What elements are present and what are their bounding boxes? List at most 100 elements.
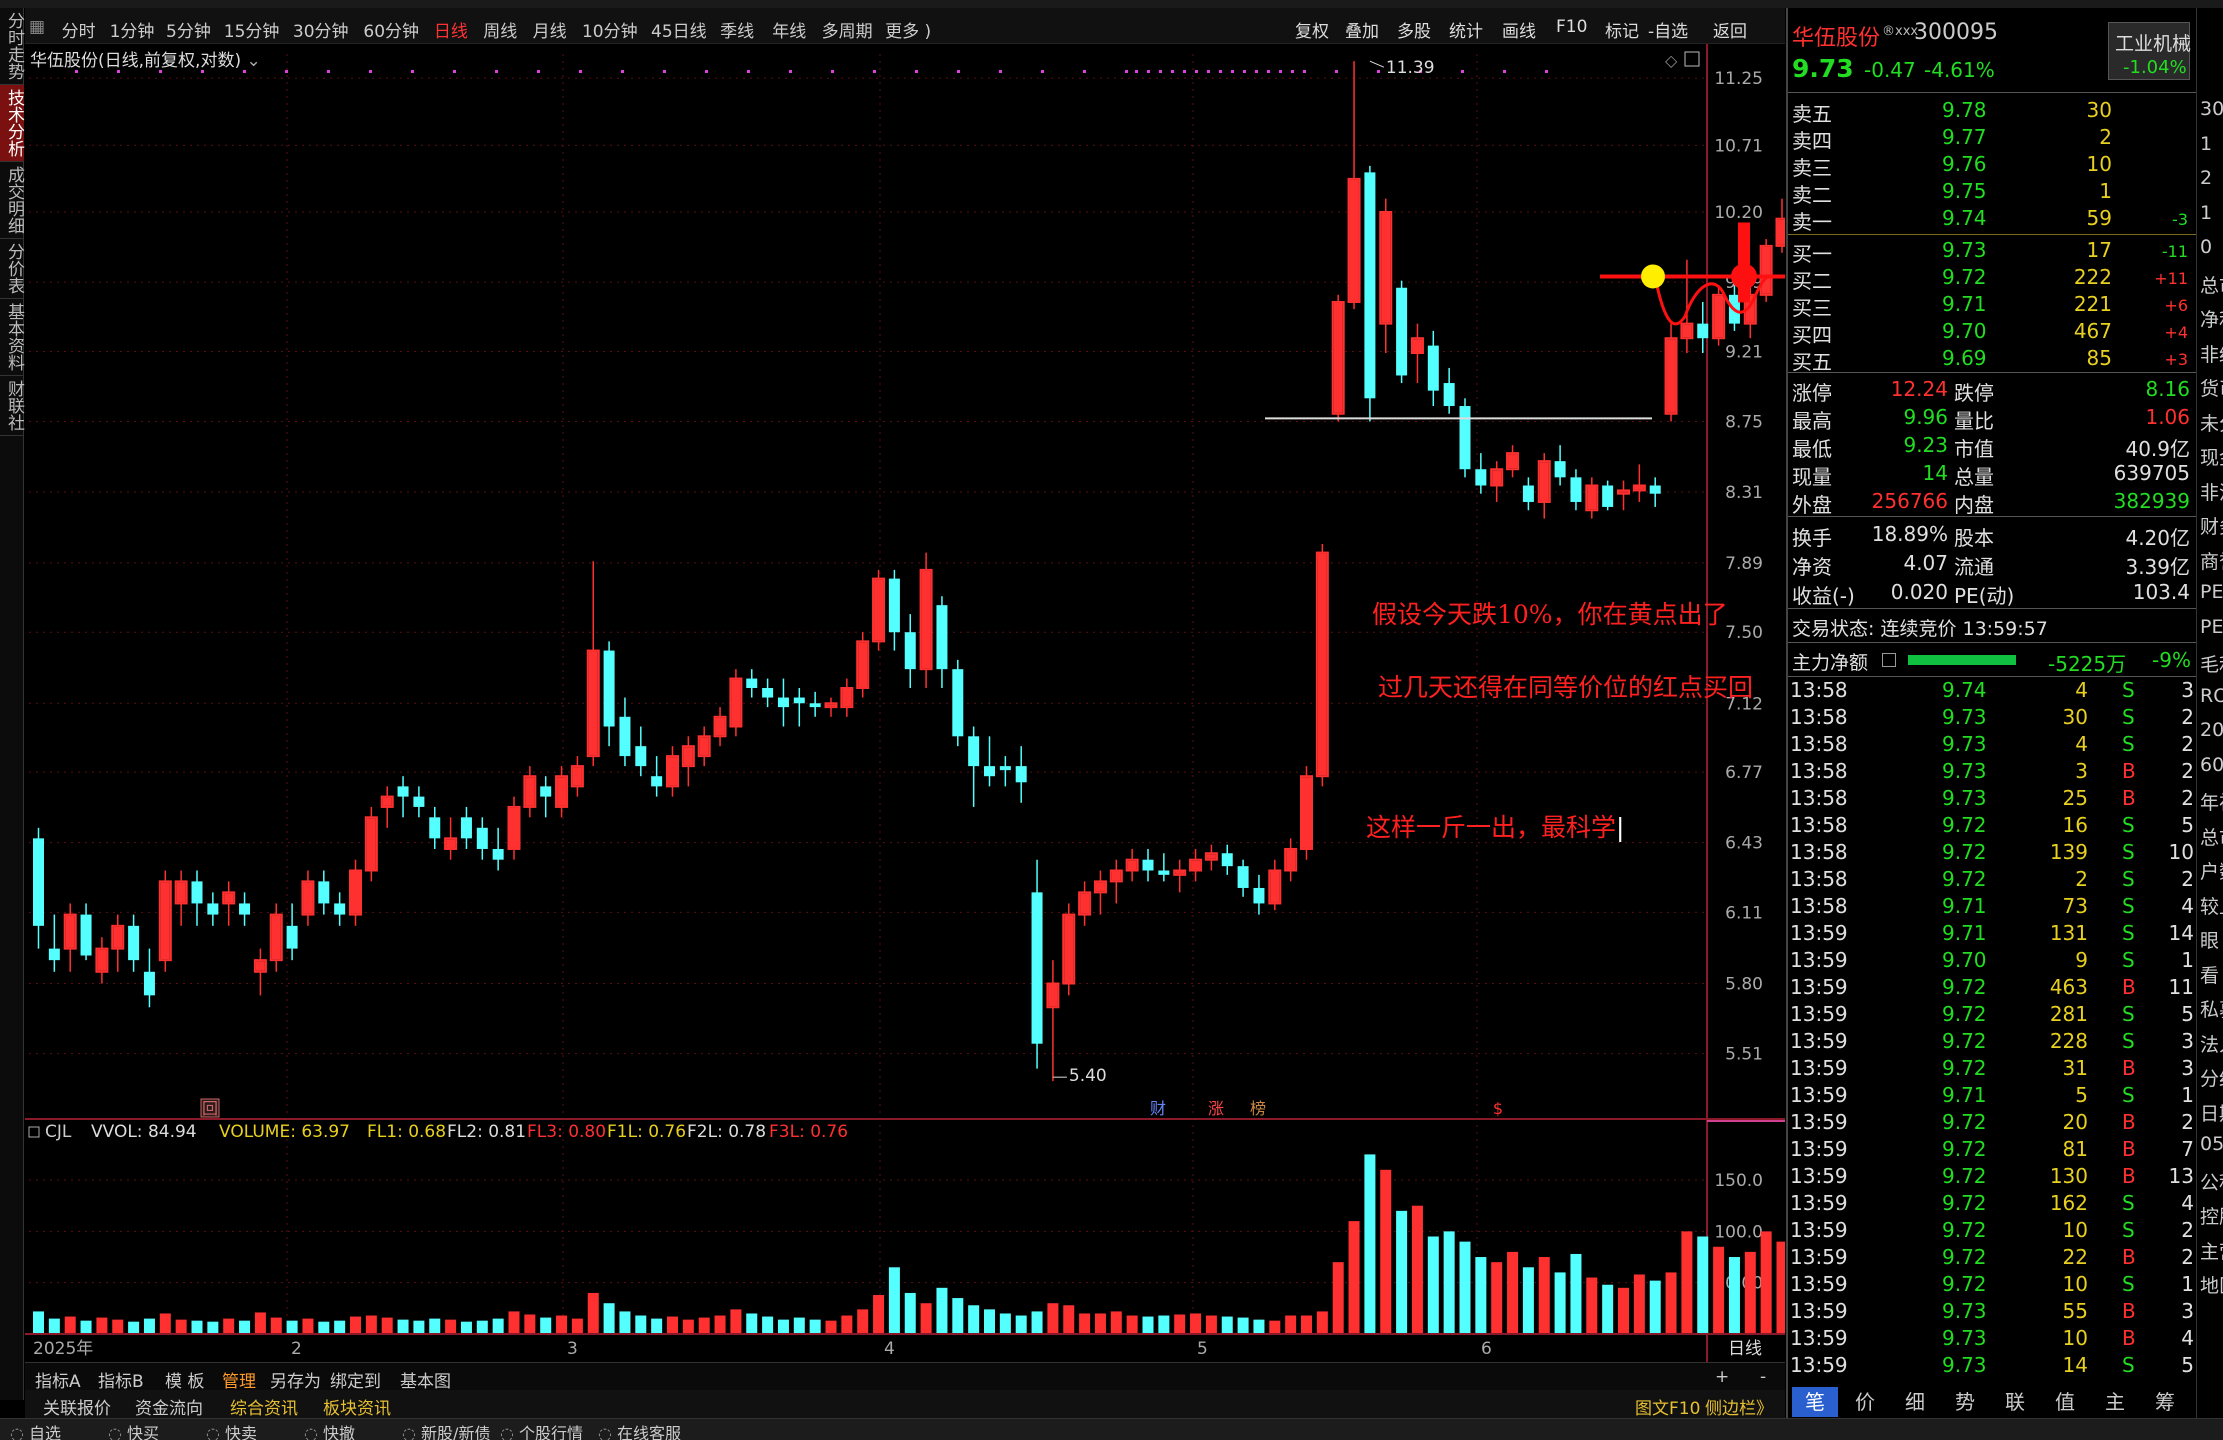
signal-dot bbox=[1195, 70, 1198, 73]
panel-tab-1[interactable]: 价 bbox=[1842, 1387, 1888, 1417]
tool-7[interactable]: -自选 bbox=[1648, 17, 1688, 42]
period-11[interactable]: 季线 bbox=[720, 17, 754, 42]
diamond-icon[interactable]: ◇ bbox=[1665, 51, 1678, 70]
indicator-tool-1[interactable]: 指标B bbox=[98, 1367, 144, 1392]
tool-2[interactable]: 多股 bbox=[1397, 17, 1431, 42]
tick-side: S bbox=[2122, 1218, 2135, 1242]
order-book-row[interactable]: 卖二 9.75 1 bbox=[1788, 179, 2198, 207]
panel-tab-2[interactable]: 细 bbox=[1892, 1387, 1938, 1417]
period-5[interactable]: 60分钟 bbox=[363, 17, 419, 42]
tool-4[interactable]: 画线 bbox=[1502, 17, 1536, 42]
info-tool-5[interactable]: 侧边栏》 bbox=[1705, 1394, 1773, 1419]
period-10[interactable]: 45日线 bbox=[651, 17, 707, 42]
side-tab-3[interactable]: 分价表 bbox=[0, 239, 24, 299]
indicator-tool-8[interactable]: - bbox=[1760, 1367, 1766, 1387]
order-book-row[interactable]: 买三 9.71 221 +6 bbox=[1788, 292, 2198, 320]
candle bbox=[1379, 198, 1393, 354]
panel-tab-7[interactable]: 筹 bbox=[2142, 1387, 2188, 1417]
panel-tab-6[interactable]: 主 bbox=[2092, 1387, 2138, 1417]
period-8[interactable]: 月线 bbox=[533, 17, 567, 42]
period-2[interactable]: 5分钟 bbox=[166, 17, 211, 42]
period-13[interactable]: 多周期 bbox=[822, 17, 873, 42]
volume-bar bbox=[492, 1318, 504, 1334]
period-1[interactable]: 1分钟 bbox=[110, 17, 155, 42]
side-tab-0[interactable]: 分时走势 bbox=[0, 8, 24, 85]
indicator-close-icon[interactable] bbox=[28, 1126, 40, 1138]
taskbar-item-4[interactable]: ◌ 新股/新债 bbox=[402, 1420, 490, 1440]
order-book-row[interactable]: 卖五 9.78 30 bbox=[1788, 98, 2198, 126]
period-3[interactable]: 15分钟 bbox=[224, 17, 280, 42]
period-0[interactable]: 分时 bbox=[62, 17, 96, 42]
indicator-tool-2[interactable]: 模 板 bbox=[165, 1367, 204, 1392]
tool-1[interactable]: 叠加 bbox=[1345, 17, 1379, 42]
info-tool-2[interactable]: 综合资讯 bbox=[230, 1394, 298, 1419]
indicator-tool-3[interactable]: 管理 bbox=[222, 1367, 256, 1392]
info-tool-3[interactable]: 板块资讯 bbox=[323, 1394, 391, 1419]
indicator-tool-0[interactable]: 指标A bbox=[35, 1367, 81, 1392]
period-6[interactable]: 日线 bbox=[434, 17, 468, 42]
panel-tab-5[interactable]: 值 bbox=[2042, 1387, 2088, 1417]
ipo-icon: ◌ bbox=[402, 1424, 422, 1440]
period-14[interactable]: 更多 ) bbox=[885, 17, 931, 42]
tool-5[interactable]: F10 bbox=[1556, 17, 1587, 37]
window-toggle-icon[interactable] bbox=[1684, 51, 1700, 67]
tool-0[interactable]: 复权 bbox=[1295, 17, 1329, 42]
candle bbox=[999, 756, 1011, 787]
event-marker[interactable]: 财 bbox=[1150, 1099, 1166, 1118]
tool-6[interactable]: 标记 bbox=[1605, 17, 1639, 42]
panel-tab-0[interactable]: 笔 bbox=[1792, 1387, 1838, 1417]
order-book-row[interactable]: 买四 9.70 467 +4 bbox=[1788, 319, 2198, 347]
side-tab-2[interactable]: 成交明细 bbox=[0, 162, 24, 239]
quote-panel: 华伍股份 ®xxx 300095 工业机械 -1.04% 9.73 -0.47 … bbox=[1786, 8, 2198, 1418]
info-tool-1[interactable]: 资金流向 bbox=[135, 1394, 203, 1419]
flow-info-icon[interactable] bbox=[1882, 653, 1896, 667]
indicator-tool-7[interactable]: + bbox=[1715, 1367, 1729, 1387]
candle bbox=[476, 817, 488, 860]
side-info-item: 货币 bbox=[2200, 378, 2223, 400]
taskbar-item-3[interactable]: ◌ 快撤 bbox=[304, 1420, 355, 1440]
tick-volume: 4 bbox=[2075, 732, 2088, 756]
tick-price: 9.72 bbox=[1942, 1110, 1987, 1134]
taskbar-item-1[interactable]: ◌ 快买 bbox=[108, 1420, 159, 1440]
taskbar-item-5[interactable]: ◌ 个股行情 bbox=[500, 1420, 583, 1440]
event-marker[interactable]: 榜 bbox=[1250, 1099, 1266, 1118]
order-book-row[interactable]: 买五 9.69 85 +3 bbox=[1788, 346, 2198, 374]
panel-tab-4[interactable]: 联 bbox=[1992, 1387, 2038, 1417]
panel-tab-3[interactable]: 势 bbox=[1942, 1387, 1988, 1417]
grid-menu-icon[interactable]: ▦ bbox=[29, 17, 45, 37]
period-9[interactable]: 10分钟 bbox=[582, 17, 638, 42]
period-4[interactable]: 30分钟 bbox=[293, 17, 349, 42]
sector-box[interactable]: 工业机械 -1.04% bbox=[2108, 22, 2191, 80]
indicator-tool-6[interactable]: 基本图 bbox=[400, 1367, 451, 1392]
indicator-tool-5[interactable]: 绑定到 bbox=[330, 1367, 381, 1392]
tick-count: 4 bbox=[2181, 1191, 2194, 1215]
tool-8[interactable]: 返回 bbox=[1713, 17, 1747, 42]
tool-3[interactable]: 统计 bbox=[1449, 17, 1483, 42]
stat-value: 1.06 bbox=[2145, 405, 2190, 429]
time-axis-month: 4 bbox=[884, 1339, 895, 1359]
side-info-item: 05- bbox=[2200, 1133, 2223, 1155]
order-book-row[interactable]: 卖一 9.74 59 -3 bbox=[1788, 206, 2198, 234]
order-book-row[interactable]: 买二 9.72 222 +11 bbox=[1788, 265, 2198, 293]
side-tab-1[interactable]: 技术分析 bbox=[0, 85, 24, 162]
candle bbox=[1410, 323, 1424, 384]
tick-price: 9.72 bbox=[1942, 975, 1987, 999]
side-tab-4[interactable]: 基本资料 bbox=[0, 299, 24, 376]
period-12[interactable]: 年线 bbox=[772, 17, 806, 42]
order-book-row[interactable]: 卖四 9.77 2 bbox=[1788, 125, 2198, 153]
info-tool-4[interactable]: 图文F10 bbox=[1635, 1394, 1700, 1419]
event-marker[interactable]: 涨 bbox=[1208, 1099, 1224, 1118]
period-7[interactable]: 周线 bbox=[483, 17, 517, 42]
order-book-row[interactable]: 卖三 9.76 10 bbox=[1788, 152, 2198, 180]
chevron-down-icon[interactable]: ⌄ bbox=[246, 51, 260, 71]
event-marker[interactable]: 回 bbox=[202, 1099, 218, 1118]
side-tab-5[interactable]: 财联社 bbox=[0, 376, 24, 436]
indicator-tool-4[interactable]: 另存为 bbox=[270, 1367, 321, 1392]
taskbar-item-0[interactable]: ◌ 自选 bbox=[10, 1420, 61, 1440]
order-book-row[interactable]: 买一 9.73 17 -11 bbox=[1788, 238, 2198, 266]
event-marker[interactable]: $ bbox=[1493, 1099, 1503, 1118]
info-tool-0[interactable]: 关联报价 bbox=[43, 1394, 111, 1419]
taskbar-item-6[interactable]: ◌ 在线客服 bbox=[598, 1420, 681, 1440]
candle bbox=[1015, 746, 1027, 803]
taskbar-item-2[interactable]: ◌ 快卖 bbox=[206, 1420, 257, 1440]
